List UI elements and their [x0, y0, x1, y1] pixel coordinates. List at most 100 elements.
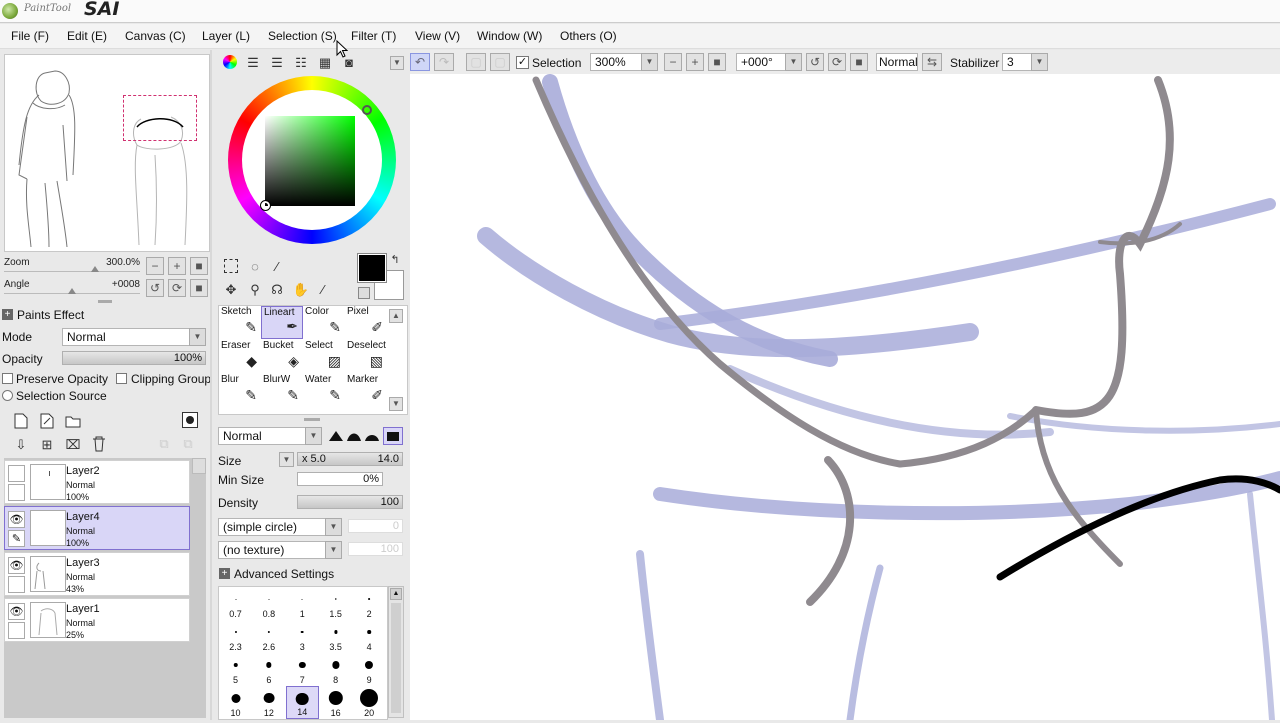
- tool-eraser[interactable]: Eraser ◆: [219, 340, 261, 373]
- opacity-bar[interactable]: 100%: [62, 351, 206, 365]
- deselect-button[interactable]: ▢: [466, 53, 486, 71]
- brush-size-cell[interactable]: 1: [286, 587, 319, 620]
- selection-checkbox[interactable]: ✓: [516, 56, 529, 69]
- menu-edit[interactable]: Edit (E): [67, 29, 107, 43]
- lock-toggle[interactable]: [8, 576, 25, 593]
- menu-others[interactable]: Others (O): [560, 29, 617, 43]
- color-wheel-mode-icon[interactable]: [220, 53, 240, 71]
- brush-size-cell[interactable]: 0.8: [252, 587, 285, 620]
- invert-selection-button[interactable]: ▢: [490, 53, 510, 71]
- brush-size-cell[interactable]: 16: [319, 686, 352, 719]
- clear-layer-icon[interactable]: ⌧: [64, 435, 82, 453]
- toolbar-zoom-in-button[interactable]: +: [686, 53, 704, 71]
- layer-scrollbar[interactable]: [192, 458, 206, 474]
- tool-pixel[interactable]: Pixel ✐: [345, 306, 387, 339]
- menu-file[interactable]: File (F): [11, 29, 49, 43]
- angle-slider[interactable]: Angle +0008: [4, 278, 140, 296]
- stabilizer-dropdown[interactable]: 3 ▼: [1002, 53, 1048, 71]
- visibility-toggle[interactable]: 👁: [8, 603, 25, 620]
- brush-texture-dropdown[interactable]: (no texture) ▼: [218, 541, 342, 559]
- visibility-toggle[interactable]: 👁: [8, 557, 25, 574]
- undo-button[interactable]: ↶: [410, 53, 430, 71]
- tool-lineart[interactable]: Lineart ✒: [261, 306, 303, 339]
- zoom-reset-button[interactable]: ■: [190, 257, 208, 275]
- swatches-icon[interactable]: ☷: [292, 53, 310, 71]
- color-grid-icon[interactable]: ▦: [316, 53, 334, 71]
- brush-size-cell[interactable]: 0.7: [219, 587, 252, 620]
- menu-filter[interactable]: Filter (T): [351, 29, 396, 43]
- rotate-left-button[interactable]: ↺: [146, 279, 164, 297]
- drawing-canvas[interactable]: [410, 74, 1280, 723]
- brush-size-cell[interactable]: 10: [219, 686, 252, 719]
- clipping-group-checkbox[interactable]: [116, 373, 127, 384]
- brush-size-cell[interactable]: 3: [286, 620, 319, 653]
- lock-toggle[interactable]: ✎: [8, 530, 25, 547]
- transfer-down-icon[interactable]: ⇩: [12, 435, 30, 453]
- brush-size-cell[interactable]: 12: [252, 686, 285, 719]
- scroll-up-icon[interactable]: ▲: [390, 588, 402, 600]
- toolbar-rotate-left-button[interactable]: ↺: [806, 53, 824, 71]
- scratchpad-icon[interactable]: ◙: [340, 53, 358, 71]
- zoom-out-button[interactable]: −: [146, 257, 164, 275]
- lasso-icon[interactable]: ◌: [246, 257, 264, 275]
- toolbar-zoom-out-button[interactable]: −: [664, 53, 682, 71]
- tool-bucket[interactable]: Bucket ◈: [261, 340, 303, 373]
- angle-knob[interactable]: [68, 288, 76, 294]
- brush-size-cell[interactable]: 4: [353, 620, 386, 653]
- brush-size-cell[interactable]: 3.5: [319, 620, 352, 653]
- selection-source-radio[interactable]: [2, 390, 13, 401]
- new-linework-layer-icon[interactable]: [38, 412, 56, 430]
- hand-icon[interactable]: ✋: [292, 280, 310, 298]
- brush-size-cell[interactable]: 5: [219, 653, 252, 686]
- rect-select-icon[interactable]: [222, 257, 240, 275]
- brush-shape-flat-icon[interactable]: [383, 427, 403, 445]
- trash-icon[interactable]: [90, 435, 108, 453]
- tool-water[interactable]: Water ✎: [303, 374, 345, 407]
- eyedropper-icon[interactable]: ⁄: [314, 280, 332, 298]
- brush-size-cell[interactable]: 2.3: [219, 620, 252, 653]
- brush-shape-dropdown[interactable]: (simple circle) ▼: [218, 518, 342, 536]
- size-multiplier-button[interactable]: ▼: [279, 452, 294, 467]
- tool-scroll-up-button[interactable]: ▲: [389, 309, 403, 323]
- brush-size-cell[interactable]: 7: [286, 653, 319, 686]
- zoom-dropdown[interactable]: 300% ▼: [590, 53, 658, 71]
- tool-sketch[interactable]: Sketch ✎: [219, 306, 261, 339]
- tool-deselect[interactable]: Deselect ▧: [345, 340, 387, 373]
- menu-view[interactable]: View (V): [415, 29, 460, 43]
- brush-size-cell[interactable]: 1.5: [319, 587, 352, 620]
- navigator-preview[interactable]: [4, 54, 210, 252]
- redo-button[interactable]: ↷: [434, 53, 454, 71]
- flip-horizontal-button[interactable]: ⇆: [922, 53, 942, 71]
- brush-size-cell[interactable]: 6: [252, 653, 285, 686]
- menu-selection[interactable]: Selection (S): [268, 29, 337, 43]
- magic-wand-icon[interactable]: ⁄: [268, 257, 286, 275]
- tool-color[interactable]: Color ✎: [303, 306, 345, 339]
- lock-toggle[interactable]: [8, 484, 25, 501]
- paints-effect-expand-icon[interactable]: +: [2, 309, 13, 320]
- toolbar-rotate-reset-button[interactable]: ⟳: [828, 53, 846, 71]
- hsv-sliders-icon[interactable]: ☰: [268, 53, 286, 71]
- zoom-in-button[interactable]: +: [168, 257, 186, 275]
- toolbar-rotate-right-button[interactable]: ■: [850, 53, 868, 71]
- primary-color-swatch[interactable]: [357, 253, 387, 283]
- merge-down-icon[interactable]: ⊞: [38, 435, 56, 453]
- toolbar-zoom-reset-button[interactable]: ■: [708, 53, 726, 71]
- layer-item-layer2[interactable]: Layer2 Normal 100%: [4, 460, 190, 504]
- hue-marker[interactable]: [362, 105, 372, 115]
- layer-item-layer1[interactable]: 👁 Layer1 Normal 25%: [4, 598, 190, 642]
- move-icon[interactable]: ✥: [222, 280, 240, 298]
- zoom-knob[interactable]: [91, 266, 100, 272]
- tool-splitter[interactable]: [304, 418, 320, 421]
- brush-size-cell[interactable]: 2.6: [252, 620, 285, 653]
- rgb-sliders-icon[interactable]: ☰: [244, 53, 262, 71]
- density-bar[interactable]: 100: [297, 495, 403, 509]
- angle-dropdown[interactable]: +000° ▼: [736, 53, 802, 71]
- brush-size-cell[interactable]: 8: [319, 653, 352, 686]
- layer-mask-icon[interactable]: [182, 412, 198, 428]
- tool-blurw[interactable]: BlurW ✎: [261, 374, 303, 407]
- brush-blend-dropdown[interactable]: Normal ▼: [218, 427, 322, 445]
- brush-shape-soft-icon[interactable]: [364, 428, 380, 444]
- transparent-color-icon[interactable]: [358, 287, 370, 299]
- swap-colors-icon[interactable]: ↰: [388, 253, 402, 267]
- lock-toggle[interactable]: [8, 622, 25, 639]
